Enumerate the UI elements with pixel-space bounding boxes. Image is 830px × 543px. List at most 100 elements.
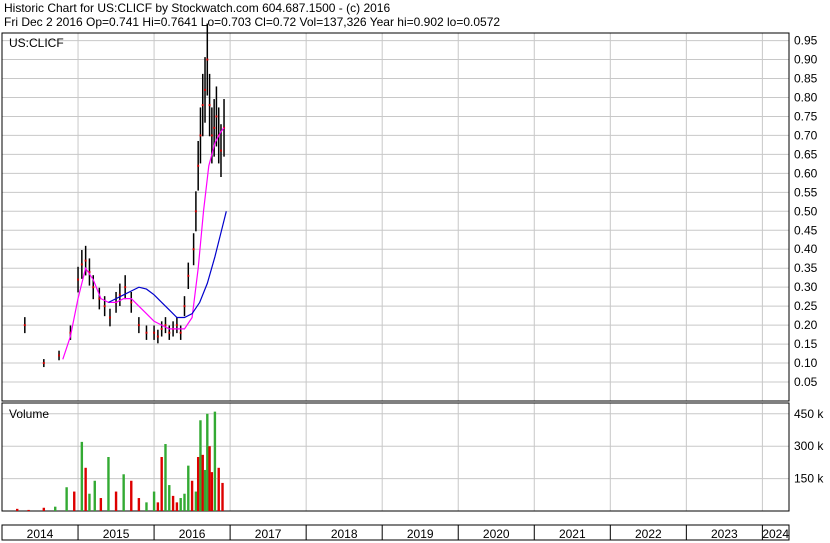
volume-bars-layer [16, 411, 224, 511]
price-tick-label: 0.35 [794, 261, 818, 275]
year-tick-label: 2021 [559, 527, 586, 541]
volume-bar [206, 413, 209, 511]
price-point [118, 293, 121, 296]
volume-bar [114, 491, 118, 511]
volume-bar [84, 467, 87, 511]
price-layer [23, 23, 226, 368]
price-point [160, 327, 163, 330]
price-tick-label: 0.40 [794, 242, 818, 256]
volume-bar [164, 444, 167, 511]
year-tick-label: 2017 [255, 527, 282, 541]
year-tick-label: 2023 [711, 527, 738, 541]
ma-long-line [108, 211, 227, 319]
price-point [192, 248, 195, 251]
volume-bar [190, 480, 194, 511]
volume-bar [27, 509, 30, 511]
volume-bar [201, 454, 204, 511]
price-point [194, 210, 197, 213]
volume-tick-label: 300 k [794, 439, 824, 453]
price-point [199, 134, 202, 137]
volume-bar [93, 480, 96, 511]
volume-bar [122, 474, 125, 511]
volume-bar [16, 508, 19, 511]
volume-bar [42, 507, 46, 511]
volume-bar [183, 493, 186, 511]
price-panel-frame [1, 32, 790, 402]
volume-bar [221, 482, 224, 511]
volume-bar [187, 465, 190, 511]
price-point [201, 104, 204, 107]
price-point [204, 88, 207, 91]
year-tick-label: 2019 [407, 527, 434, 541]
volume-title: Volume [9, 407, 49, 421]
volume-bar [210, 472, 214, 511]
volume-bar [80, 441, 84, 511]
price-point [179, 331, 182, 334]
price-tick-label: 0.10 [794, 356, 818, 370]
price-tick-label: 0.70 [794, 128, 818, 142]
volume-bar [99, 498, 103, 511]
price-point [206, 58, 209, 61]
price-point [208, 104, 211, 107]
volume-bar [194, 491, 198, 511]
price-tick-label: 0.45 [794, 223, 818, 237]
price-point [130, 301, 133, 304]
year-tick-label: 2020 [483, 527, 510, 541]
price-point [124, 286, 127, 289]
price-tick-label: 0.95 [794, 34, 818, 48]
volume-bar [208, 446, 211, 511]
price-point [175, 324, 178, 327]
volume-bar [179, 498, 182, 511]
year-tick-label: 2018 [331, 527, 358, 541]
volume-bar [73, 491, 76, 511]
price-point [219, 149, 222, 152]
price-point [137, 324, 140, 327]
price-point [187, 274, 190, 277]
volume-bar [175, 502, 179, 511]
stock-chart: 2014 2015 2016 2017 2018 2019 2020 2021 2022 2023… [1, 23, 824, 541]
price-point [213, 126, 216, 129]
price-tick-label: 0.60 [794, 166, 818, 180]
moving-average-layer [62, 127, 227, 360]
volume-bar [168, 485, 171, 511]
volume-bar [160, 457, 163, 511]
volume-bar [152, 491, 156, 511]
volume-bar [145, 502, 148, 511]
volume-bar [156, 502, 160, 511]
price-point [84, 259, 87, 262]
volume-bar [137, 498, 141, 511]
year-tick-label: 2016 [179, 527, 206, 541]
volume-bar [107, 457, 110, 511]
volume-bar [171, 495, 175, 511]
price-tick-label: 0.25 [794, 299, 818, 313]
price-tick-label: 0.55 [794, 185, 818, 199]
year-tick-label: 2015 [103, 527, 130, 541]
price-tick-label: 0.50 [794, 204, 818, 218]
price-point [103, 305, 106, 308]
price-tick-label: 0.05 [794, 375, 818, 389]
price-tick-label: 0.20 [794, 318, 818, 332]
price-point [108, 316, 111, 319]
price-point [42, 362, 45, 365]
price-tick-label: 0.85 [794, 72, 818, 86]
volume-tick-label: 150 k [794, 472, 824, 486]
year-tick-label: 2022 [635, 527, 662, 541]
price-point [23, 324, 26, 327]
price-point [145, 331, 148, 334]
price-point [197, 164, 200, 167]
volume-bar [65, 487, 68, 511]
ticker-title: US:CLICF [9, 36, 64, 50]
price-point [215, 115, 218, 118]
price-tick-label: 0.80 [794, 90, 818, 104]
price-point [168, 331, 171, 334]
volume-bar [217, 467, 220, 511]
year-tick-label: 2024 [762, 527, 789, 541]
price-tick-label: 0.65 [794, 147, 818, 161]
price-tick-label: 0.15 [794, 337, 818, 351]
price-point [77, 278, 80, 281]
price-point [210, 134, 213, 137]
volume-bar [130, 480, 133, 511]
price-tick-label: 0.75 [794, 109, 818, 123]
volume-bar [88, 493, 91, 511]
price-point [92, 286, 95, 289]
